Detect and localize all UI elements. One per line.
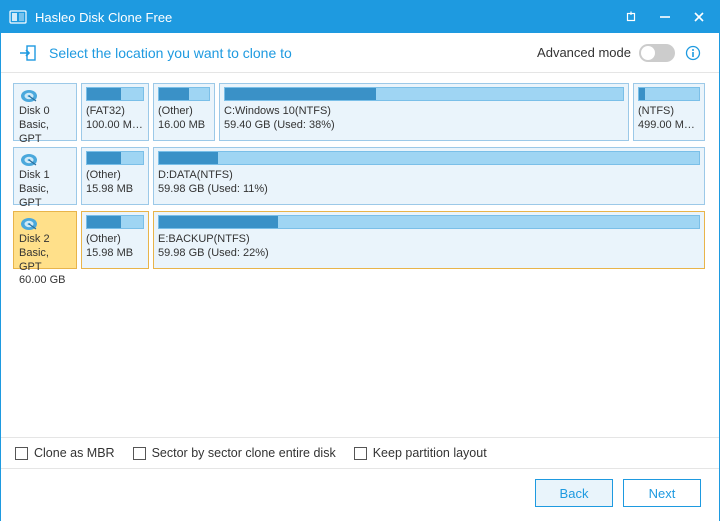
disk-name: Disk 2 — [19, 233, 71, 247]
partition-size: 499.00 MB ... — [638, 119, 700, 133]
partition[interactable]: (FAT32)100.00 MB ... — [81, 83, 149, 141]
target-icon — [19, 44, 37, 62]
title-bar: Hasleo Disk Clone Free — [1, 1, 719, 33]
usage-bar — [224, 87, 624, 101]
app-icon — [9, 8, 27, 26]
sector-by-sector-checkbox[interactable]: Sector by sector clone entire disk — [133, 446, 336, 460]
bottom-bar: Clone as MBR Sector by sector clone enti… — [1, 437, 719, 521]
disk-icon — [19, 152, 39, 168]
options-row: Clone as MBR Sector by sector clone enti… — [1, 437, 719, 468]
partition-size: 100.00 MB ... — [86, 119, 144, 133]
instruction-bar: Select the location you want to clone to… — [1, 33, 719, 73]
partition-label: (Other) — [158, 105, 210, 119]
partition-size: 15.98 MB — [86, 247, 144, 261]
disk-header[interactable]: Disk 0Basic, GPT60.00 GB — [13, 83, 77, 141]
keep-layout-label: Keep partition layout — [373, 446, 487, 460]
partition[interactable]: C:Windows 10(NTFS)59.40 GB (Used: 38%) — [219, 83, 629, 141]
disk-info: Basic, GPT — [19, 183, 71, 211]
partition-size: 59.98 GB (Used: 22%) — [158, 247, 700, 261]
usage-bar — [158, 87, 210, 101]
info-icon[interactable] — [685, 45, 701, 61]
partition[interactable]: (Other)16.00 MB — [153, 83, 215, 141]
partition-label: (FAT32) — [86, 105, 144, 119]
disk-header[interactable]: Disk 1Basic, GPT60.00 GB — [13, 147, 77, 205]
usage-bar — [638, 87, 700, 101]
disk-size: 60.00 GB — [19, 274, 71, 288]
disk-info: Basic, GPT — [19, 247, 71, 275]
checkbox-icon — [354, 447, 367, 460]
usage-bar — [86, 87, 144, 101]
partition-label: (Other) — [86, 233, 144, 247]
partition[interactable]: (Other)15.98 MB — [81, 147, 149, 205]
partition-size: 59.40 GB (Used: 38%) — [224, 119, 624, 133]
restore-icon[interactable] — [623, 9, 639, 25]
sector-by-sector-label: Sector by sector clone entire disk — [152, 446, 336, 460]
partition[interactable]: (Other)15.98 MB — [81, 211, 149, 269]
disk-row[interactable]: Disk 2Basic, GPT60.00 GB(Other)15.98 MBE… — [13, 211, 707, 269]
disk-header[interactable]: Disk 2Basic, GPT60.00 GB — [13, 211, 77, 269]
usage-bar — [86, 151, 144, 165]
partition-label: (Other) — [86, 169, 144, 183]
disk-name: Disk 0 — [19, 105, 71, 119]
usage-bar — [86, 215, 144, 229]
disk-icon — [19, 216, 39, 232]
window-controls — [623, 9, 707, 25]
close-icon[interactable] — [691, 9, 707, 25]
next-button[interactable]: Next — [623, 479, 701, 507]
app-title: Hasleo Disk Clone Free — [35, 10, 623, 25]
checkbox-icon — [133, 447, 146, 460]
partition[interactable]: E:BACKUP(NTFS)59.98 GB (Used: 22%) — [153, 211, 705, 269]
partition-label: E:BACKUP(NTFS) — [158, 233, 700, 247]
partition-size: 15.98 MB — [86, 183, 144, 197]
partition-label: (NTFS) — [638, 105, 700, 119]
disk-info: Basic, GPT — [19, 119, 71, 147]
usage-bar — [158, 215, 700, 229]
disk-name: Disk 1 — [19, 169, 71, 183]
checkbox-icon — [15, 447, 28, 460]
partition-label: C:Windows 10(NTFS) — [224, 105, 624, 119]
disk-icon — [19, 88, 39, 104]
partition-size: 59.98 GB (Used: 11%) — [158, 183, 700, 197]
clone-as-mbr-checkbox[interactable]: Clone as MBR — [15, 446, 115, 460]
back-button[interactable]: Back — [535, 479, 613, 507]
keep-layout-checkbox[interactable]: Keep partition layout — [354, 446, 487, 460]
partition-label: D:DATA(NTFS) — [158, 169, 700, 183]
clone-as-mbr-label: Clone as MBR — [34, 446, 115, 460]
partition[interactable]: (NTFS)499.00 MB ... — [633, 83, 705, 141]
partition[interactable]: D:DATA(NTFS)59.98 GB (Used: 11%) — [153, 147, 705, 205]
usage-bar — [158, 151, 700, 165]
disk-row[interactable]: Disk 1Basic, GPT60.00 GB(Other)15.98 MBD… — [13, 147, 707, 205]
advanced-mode-toggle[interactable] — [639, 44, 675, 62]
disk-row[interactable]: Disk 0Basic, GPT60.00 GB(FAT32)100.00 MB… — [13, 83, 707, 141]
advanced-mode-label: Advanced mode — [537, 45, 631, 60]
instruction-text: Select the location you want to clone to — [49, 45, 537, 61]
partition-size: 16.00 MB — [158, 119, 210, 133]
button-row: Back Next — [1, 468, 719, 521]
disk-list: Disk 0Basic, GPT60.00 GB(FAT32)100.00 MB… — [1, 73, 719, 279]
minimize-icon[interactable] — [657, 9, 673, 25]
